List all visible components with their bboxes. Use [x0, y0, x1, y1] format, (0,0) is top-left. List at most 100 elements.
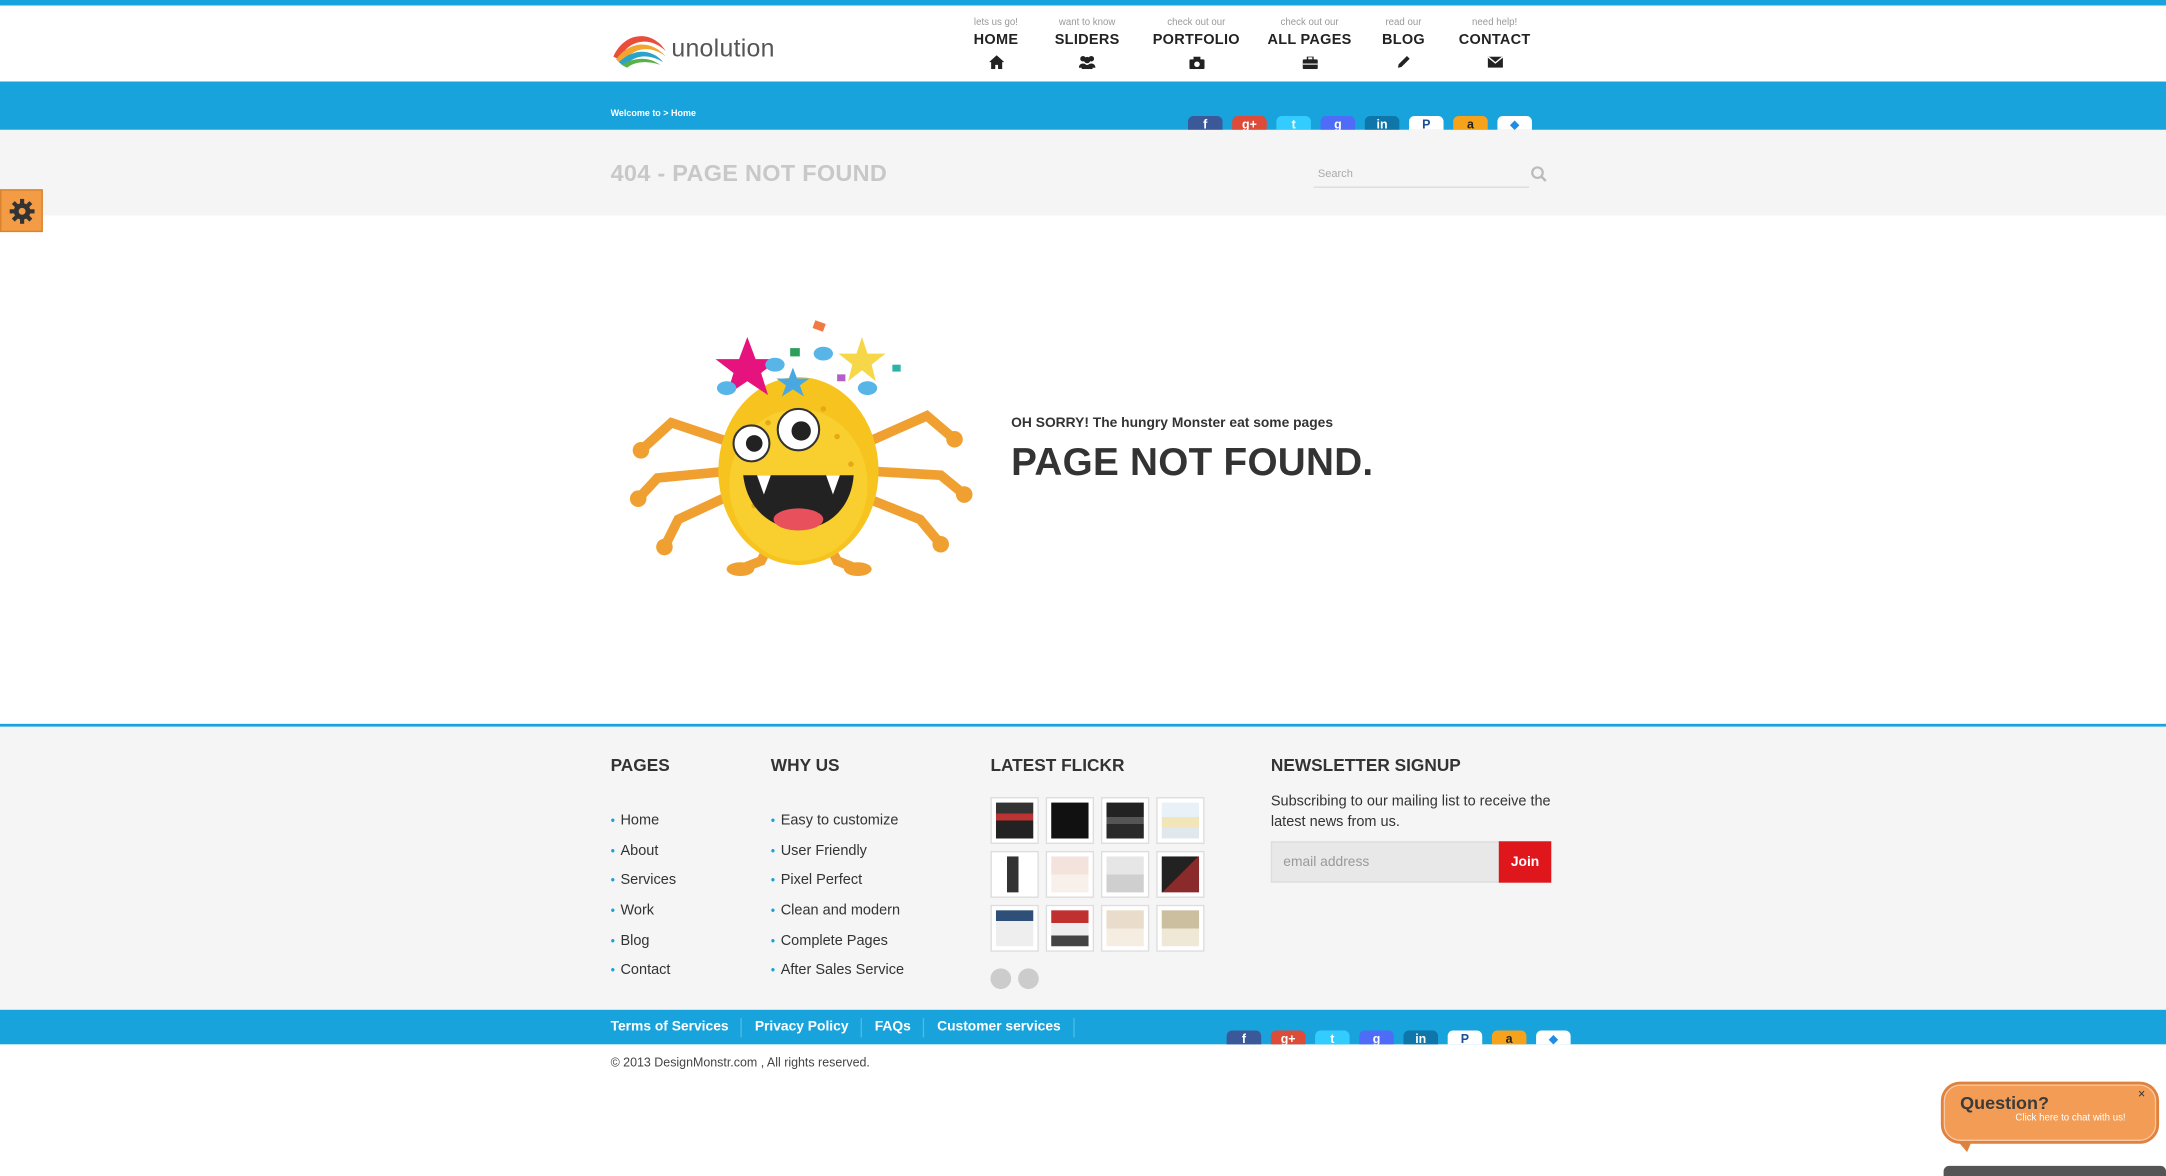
footer-link-home[interactable]: Home [611, 811, 677, 841]
nav-all-pages-label: ALL PAGES [1267, 31, 1352, 49]
nav-blog[interactable]: read our BLOG [1362, 17, 1445, 72]
nav-blog-label: BLOG [1381, 31, 1425, 49]
home-icon [953, 52, 1039, 71]
nav-home-label: HOME [973, 31, 1019, 49]
chat-tab-strip[interactable] [1943, 1165, 2166, 1176]
live-chat-bubble[interactable]: Question? Click here to chat with us! × [1940, 1081, 2160, 1144]
footer-link-blog[interactable]: Blog [611, 931, 677, 961]
chat-title: Question? [1960, 1092, 2049, 1114]
flickr-prev-button[interactable] [990, 968, 1012, 990]
footer-link-work[interactable]: Work [611, 901, 677, 931]
camera-icon [1135, 52, 1257, 71]
facebook-icon[interactable]: f [1187, 116, 1223, 130]
paypal-icon[interactable]: P [1409, 116, 1444, 130]
bottom-links: Terms of Services Privacy Policy FAQs Cu… [611, 1018, 1087, 1038]
footer-pages-heading: PAGES [610, 755, 670, 775]
footer-why-us-list: Easy to customize User Friendly Pixel Pe… [771, 811, 904, 991]
pencil-icon [1362, 52, 1445, 71]
breadcrumb[interactable]: Welcome to > Home [611, 109, 696, 119]
nav-portfolio[interactable]: check out our PORTFOLIO [1135, 17, 1257, 72]
footer-pages-list: Home About Services Work Blog Contact [611, 811, 677, 991]
google-icon[interactable]: g [1320, 116, 1356, 130]
why-us-item[interactable]: Complete Pages [771, 931, 904, 961]
why-us-item[interactable]: Pixel Perfect [771, 871, 904, 901]
dropbox-icon[interactable]: ◆ [1497, 116, 1532, 130]
flickr-next-button[interactable] [1018, 968, 1039, 990]
briefcase-icon [1257, 52, 1362, 71]
nav-home[interactable]: lets us go! HOME [953, 17, 1039, 72]
flickr-thumbnail[interactable] [990, 850, 1039, 898]
newsletter-heading: NEWSLETTER SIGNUP [1270, 755, 1461, 775]
footer-why-us-heading: WHY US [770, 755, 840, 775]
terms-link[interactable]: Terms of Services [611, 1018, 743, 1038]
flickr-thumbnail-grid [990, 797, 1205, 952]
dropbox-icon[interactable]: ◆ [1536, 1030, 1571, 1045]
privacy-link[interactable]: Privacy Policy [755, 1018, 863, 1038]
google-icon[interactable]: g [1359, 1030, 1394, 1045]
twitter-icon[interactable]: t [1276, 116, 1311, 130]
error-subtitle: OH SORRY! The hungry Monster eat some pa… [1011, 415, 1334, 431]
nav-home-tagline: lets us go! [973, 17, 1019, 28]
chat-subtitle: Click here to chat with us! [2015, 1113, 2126, 1124]
twitter-icon[interactable]: t [1315, 1030, 1350, 1045]
linkedin-icon[interactable]: in [1364, 116, 1400, 130]
paypal-icon[interactable]: P [1447, 1030, 1483, 1045]
newsletter-description: Subscribing to our mailing list to recei… [1270, 792, 1551, 830]
nav-portfolio-tagline: check out our [1167, 17, 1226, 28]
nav-sliders-label: SLIDERS [1054, 31, 1120, 49]
flickr-thumbnail[interactable] [1156, 904, 1205, 952]
logo-swoosh-icon [613, 36, 666, 68]
main-nav: lets us go! HOME want to know SLIDERS ch… [953, 17, 1544, 72]
faqs-link[interactable]: FAQs [875, 1018, 925, 1038]
nav-contact[interactable]: need help! CONTACT [1445, 17, 1544, 72]
linkedin-icon[interactable]: in [1403, 1030, 1439, 1045]
flickr-thumbnail[interactable] [1156, 850, 1205, 898]
search-icon[interactable] [1531, 164, 1548, 189]
footer-flickr-heading: LATEST FLICKR [990, 755, 1125, 775]
style-switcher-gear-button[interactable] [0, 189, 43, 233]
footer-social-links: f g+ t g in P a ◆ [1226, 1030, 1571, 1045]
search-input[interactable] [1313, 160, 1530, 188]
breadcrumb-bar [0, 81, 2166, 130]
why-us-item[interactable]: User Friendly [771, 841, 904, 871]
copyright: © 2013 DesignMonstr.com , All rights res… [610, 1055, 870, 1070]
facebook-icon[interactable]: f [1226, 1030, 1262, 1045]
amazon-icon[interactable]: a [1453, 116, 1488, 130]
customer-services-link[interactable]: Customer services [937, 1018, 1075, 1038]
nav-blog-tagline: read our [1385, 17, 1422, 28]
nav-all-pages[interactable]: check out our ALL PAGES [1257, 17, 1362, 72]
why-us-item[interactable]: Easy to customize [771, 811, 904, 841]
site-header: unolution lets us go! HOME want to know … [0, 5, 2166, 82]
footer-link-services[interactable]: Services [611, 871, 676, 901]
footer-link-contact[interactable]: Contact [611, 961, 677, 991]
users-icon [1039, 52, 1136, 71]
google-plus-icon[interactable]: g+ [1270, 1030, 1306, 1045]
logo-text: unolution [671, 33, 775, 62]
site-logo[interactable]: unolution [611, 25, 775, 72]
newsletter-email-input[interactable] [1270, 841, 1501, 883]
flickr-thumbnail[interactable] [990, 904, 1039, 952]
flickr-thumbnail[interactable] [1100, 904, 1150, 952]
flickr-thumbnail[interactable] [1156, 797, 1205, 845]
why-us-item[interactable]: Clean and modern [771, 901, 904, 931]
flickr-thumbnail[interactable] [1045, 850, 1095, 898]
page-title-band [0, 129, 2166, 216]
why-us-item[interactable]: After Sales Service [771, 961, 904, 991]
close-icon[interactable]: × [2138, 1087, 2145, 1101]
amazon-icon[interactable]: a [1491, 1030, 1527, 1045]
nav-contact-tagline: need help! [1472, 17, 1518, 28]
nav-portfolio-label: PORTFOLIO [1152, 31, 1240, 49]
flickr-thumbnail[interactable] [1100, 797, 1150, 845]
newsletter-join-button[interactable]: Join [1498, 841, 1552, 883]
flickr-thumbnail[interactable] [1045, 904, 1095, 952]
gear-icon [8, 198, 34, 224]
page-title: 404 - PAGE NOT FOUND [610, 160, 888, 187]
google-plus-icon[interactable]: g+ [1232, 116, 1267, 130]
header-social-links: f g+ t g in P a ◆ [1187, 116, 1532, 130]
flickr-thumbnail[interactable] [990, 797, 1039, 845]
hungry-monster-illustration [629, 320, 973, 577]
flickr-thumbnail[interactable] [1100, 850, 1150, 898]
flickr-thumbnail[interactable] [1045, 797, 1095, 845]
footer-link-about[interactable]: About [611, 841, 677, 871]
nav-sliders[interactable]: want to know SLIDERS [1039, 17, 1136, 72]
